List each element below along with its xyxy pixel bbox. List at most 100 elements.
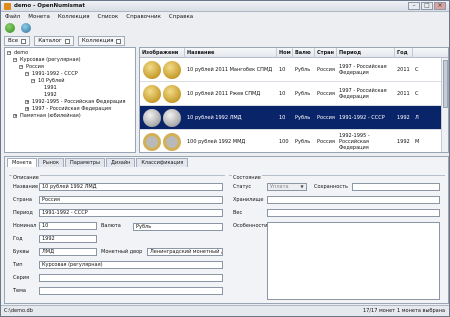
scrollbar-thumb[interactable] [443,60,448,108]
column-header-country[interactable]: Стран [315,48,337,58]
tab-parameters[interactable]: Параметры [65,158,105,167]
chevron-down-icon[interactable]: ▼ [299,184,305,190]
edit-coin-icon[interactable] [21,23,31,33]
expand-icon[interactable]: + [25,107,29,111]
menu-list[interactable]: Список [98,14,119,20]
cell-name: 100 рублей 1992 ММД [187,139,246,145]
name-field[interactable]: 10 рублей 1992 ЛМД [39,183,223,191]
column-header-denomination[interactable]: Ном [277,48,293,58]
cell-denomination: 10 [279,91,286,97]
tab-classification[interactable]: Классификация [136,158,189,167]
subject-field[interactable] [39,287,223,295]
cell-country: Россия [317,139,335,145]
collapse-icon[interactable]: − [7,51,11,55]
tab-checkbox-icon[interactable] [116,38,122,44]
cell-country: Россия [317,67,335,73]
cell-denomination: 10 [279,115,286,121]
cell-extra: С [415,91,419,97]
features-textarea[interactable] [267,222,440,300]
column-header-currency[interactable]: Валю [293,48,315,58]
collection-tree[interactable]: − demo − Курсовая (регулярная) − Россия … [4,47,136,153]
tree-item-1992[interactable]: 1992 [44,92,57,98]
country-field[interactable]: Россия [39,196,223,204]
status-path: C:\demo.db [4,308,33,314]
menu-reference[interactable]: Справочник [126,14,161,20]
tree-item-root[interactable]: demo [14,50,28,56]
cell-currency: Рубль [295,91,311,97]
coin-reverse-image [163,109,181,127]
status-bar: C:\demo.db 17/17 монет 1 монета выбрана [1,305,449,316]
expand-icon[interactable]: + [13,114,17,118]
menu-coin[interactable]: Монета [28,14,50,20]
column-header-year[interactable]: Год [395,48,413,58]
denomination-field[interactable]: 10 [39,222,97,230]
tab-coin[interactable]: Монета [7,158,37,167]
tab-collection[interactable]: Коллекция [77,36,126,46]
column-header-image[interactable]: Изображени [140,48,185,58]
denomination-label: Номинал [13,223,37,229]
tree-item-rf-1992[interactable]: 1992-1995 - Российская Федерация [32,99,126,105]
maximize-icon[interactable]: □ [421,2,433,10]
menu-file[interactable]: Файл [5,14,20,20]
weight-field[interactable] [267,209,440,217]
mintmark-label: Буквы [13,249,30,255]
status-selected: 1 монета выбрана [397,308,446,314]
series-label: Серия [13,275,29,281]
table-row[interactable]: 100 рублей 1992 ММД 100 Рубль Россия 199… [140,130,448,152]
table-row[interactable]: 10 рублей 2011 Мангобек СПМД 10 Рубль Ро… [140,58,448,82]
tab-all[interactable]: Все [4,36,31,46]
grid-scrollbar[interactable] [441,58,448,152]
status-count: 17/17 монет [363,308,396,314]
menu-collection[interactable]: Коллекция [58,14,90,20]
minimize-icon[interactable]: – [408,2,420,10]
currency-field[interactable]: Рубль [133,223,223,231]
tab-market[interactable]: Рынок [37,158,65,167]
add-coin-icon[interactable] [5,23,15,33]
tree-item-1991[interactable]: 1991 [44,85,57,91]
coin-reverse-image [163,85,181,103]
cell-period: 1997 - Российская Федерация [339,64,387,76]
period-field[interactable]: 1991-1992 - СССР [39,209,223,217]
cell-year: 1992 [397,115,410,121]
table-row[interactable]: 10 рублей 2011 Ржев СПМД 10 Рубль Россия… [140,82,448,106]
collapse-icon[interactable]: − [19,65,23,69]
tree-item-russia[interactable]: Россия [26,64,44,70]
tab-catalog[interactable]: Каталог [34,36,74,46]
coin-detail-panel: Монета Рынок Параметры Дизайн Классифика… [4,156,449,304]
tree-item-ussr[interactable]: 1991-1992 - СССР [32,71,78,77]
cell-currency: Рубль [295,115,311,121]
subject-label: Тема [13,288,26,294]
collapse-icon[interactable]: − [31,79,35,83]
tree-item-rf-1997[interactable]: 1997 - Российская Федерация [32,106,111,112]
collapse-icon[interactable]: − [13,58,17,62]
weight-label: Вес [233,210,243,216]
storage-field[interactable] [267,196,440,204]
year-label: Год [13,236,23,242]
cell-year: 1992 [397,139,410,145]
type-field[interactable]: Курсовая (регулярная) [39,261,223,269]
tab-design[interactable]: Дизайн [105,158,136,167]
period-label: Период [13,210,33,216]
cell-name: 10 рублей 2011 Ржев СПМД [187,91,261,97]
series-field[interactable] [39,274,223,282]
coin-list-grid[interactable]: Изображени Название Ном Валю Стран Перио… [139,47,449,153]
mintmark-field[interactable]: ЛМД [39,248,97,256]
tab-checkbox-icon[interactable] [64,38,70,44]
type-label: Тип [13,262,23,268]
description-group-label: Описание [12,175,40,181]
menu-help[interactable]: Справка [169,14,193,20]
close-icon[interactable]: × [434,2,446,10]
cell-year: 2011 [397,91,410,97]
collapse-icon[interactable]: − [25,72,29,76]
column-header-period[interactable]: Период [337,48,395,58]
column-header-name[interactable]: Название [185,48,277,58]
tree-item-commemorative[interactable]: Памятная (юбилейная) [20,113,81,119]
tab-checkbox-icon[interactable] [21,38,27,44]
year-field[interactable]: 1992 [39,235,97,243]
tree-item-10-rubles[interactable]: 10 Рублей [38,78,65,84]
expand-icon[interactable]: + [25,100,29,104]
grade-field[interactable] [352,183,440,191]
tree-item-regular[interactable]: Курсовая (регулярная) [20,57,81,63]
mint-field[interactable]: Ленинградский монетный двор [147,248,223,256]
table-row-selected[interactable]: 10 рублей 1992 ЛМД 10 Рубль Россия 1991-… [140,106,448,130]
